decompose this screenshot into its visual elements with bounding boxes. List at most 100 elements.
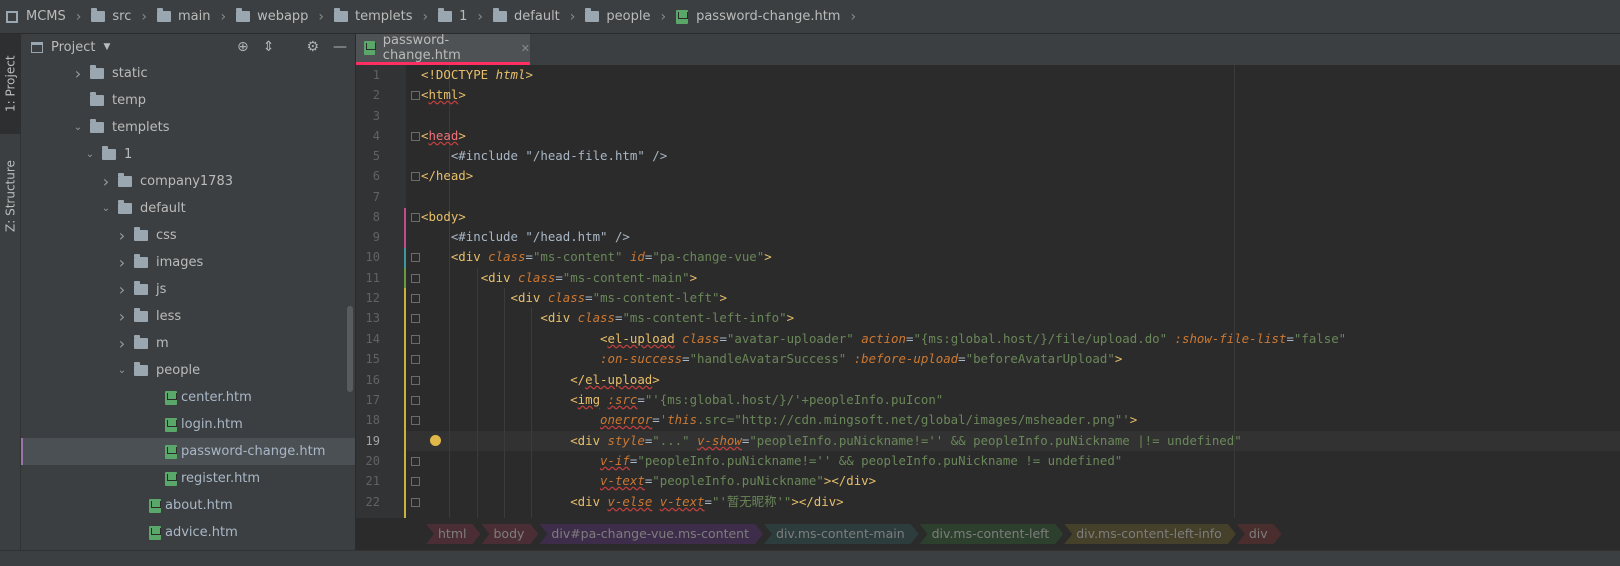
tree-folder[interactable]: › less <box>21 303 355 330</box>
tree-file[interactable]: password-change.htm <box>21 438 355 465</box>
tree-folder[interactable]: › m <box>21 330 355 357</box>
fold-marker-icon[interactable] <box>411 457 420 466</box>
breadcrumb-item-file[interactable]: password-change.htm › <box>676 9 866 25</box>
chevron-down-icon[interactable]: ⌄ <box>98 203 114 214</box>
line-number[interactable]: 2 <box>356 88 380 102</box>
tree-file[interactable]: advice.htm <box>21 519 355 546</box>
close-icon[interactable]: ✕ <box>521 42 530 55</box>
tree-folder[interactable]: › company1783 <box>21 168 355 195</box>
fold-marker-icon[interactable] <box>411 294 420 303</box>
fold-marker-icon[interactable] <box>411 416 420 425</box>
line-number[interactable]: 3 <box>356 109 380 123</box>
line-number[interactable]: 1 <box>356 68 380 82</box>
line-number[interactable]: 19 <box>356 434 380 448</box>
breadcrumb-item-templets[interactable]: templets › <box>334 8 438 25</box>
line-number[interactable]: 16 <box>356 373 380 387</box>
tree-folder[interactable]: ⌄ templets <box>21 114 355 141</box>
structure-crumb[interactable]: div <box>1237 524 1282 544</box>
line-number[interactable]: 21 <box>356 474 380 488</box>
structure-crumb[interactable]: div.ms-content-left-info <box>1064 524 1236 544</box>
line-number[interactable]: 4 <box>356 129 380 143</box>
chevron-down-icon[interactable]: ⌄ <box>82 149 98 160</box>
collapse-all-icon[interactable]: ⇕ <box>263 39 275 55</box>
code-line-14: <el-upload class="avatar-uploader" actio… <box>600 331 1347 346</box>
fold-marker-icon[interactable] <box>411 172 420 181</box>
line-number[interactable]: 22 <box>356 495 380 509</box>
gear-icon[interactable]: ⚙ <box>306 39 319 55</box>
line-number[interactable]: 20 <box>356 454 380 468</box>
line-number[interactable]: 10 <box>356 250 380 264</box>
fold-marker-icon[interactable] <box>411 253 420 262</box>
locate-icon[interactable]: ⊕ <box>237 39 249 55</box>
structure-crumb[interactable]: div.ms-content-main <box>764 524 919 544</box>
line-number[interactable]: 8 <box>356 210 380 224</box>
fold-marker-icon[interactable] <box>411 335 420 344</box>
line-number[interactable]: 14 <box>356 332 380 346</box>
line-number[interactable]: 13 <box>356 311 380 325</box>
scrollbar[interactable] <box>347 306 353 392</box>
structure-crumb[interactable]: div.ms-content-left <box>920 524 1064 544</box>
tree-file[interactable]: center.htm <box>21 384 355 411</box>
chevron-right-icon[interactable]: › <box>114 226 130 245</box>
line-number[interactable]: 7 <box>356 190 380 204</box>
tree-folder[interactable]: › images <box>21 249 355 276</box>
line-number[interactable]: 17 <box>356 393 380 407</box>
breadcrumb-item-people[interactable]: people › <box>585 8 676 25</box>
structure-crumb[interactable]: body <box>481 524 538 544</box>
chevron-right-icon[interactable]: › <box>114 280 130 299</box>
fold-marker-icon[interactable] <box>411 213 420 222</box>
tree-file[interactable]: register.htm <box>21 465 355 492</box>
tree-folder[interactable]: › js <box>21 276 355 303</box>
tree-folder[interactable]: ⌄ people <box>21 357 355 384</box>
fold-marker-icon[interactable] <box>411 376 420 385</box>
chevron-down-icon[interactable]: ⌄ <box>70 122 86 133</box>
line-number[interactable]: 11 <box>356 271 380 285</box>
project-tool-tab[interactable]: 1: Project <box>0 34 21 134</box>
tree-folder[interactable]: temp <box>21 87 355 114</box>
breadcrumb-item-mcms[interactable]: MCMS › <box>6 9 91 25</box>
line-number[interactable]: 12 <box>356 291 380 305</box>
chevron-right-icon: › <box>422 8 429 25</box>
fold-marker-icon[interactable] <box>411 477 420 486</box>
tree-folder[interactable]: › css <box>21 222 355 249</box>
tree-item-label: register.htm <box>181 471 261 486</box>
tree-folder[interactable]: › static <box>21 60 355 87</box>
tree-folder[interactable]: ⌄ 1 <box>21 141 355 168</box>
fold-marker-icon[interactable] <box>411 314 420 323</box>
project-view-selector[interactable]: Project <box>51 40 95 55</box>
breadcrumb-item-default[interactable]: default › <box>493 8 585 25</box>
line-number[interactable]: 9 <box>356 230 380 244</box>
tree-file[interactable]: about.htm <box>21 492 355 519</box>
breadcrumb-item-main[interactable]: main › <box>156 8 236 25</box>
line-number[interactable]: 18 <box>356 413 380 427</box>
tab-password-change[interactable]: password-change.htm ✕ <box>356 33 530 65</box>
code-editor[interactable]: 1 2 3 4 5 6 7 8 9 10 11 12 13 14 15 16 17 18 19 20 21 22 <!DO… <box>356 65 1620 518</box>
fold-marker-icon[interactable] <box>411 132 420 141</box>
chevron-right-icon[interactable]: › <box>114 307 130 326</box>
tree-item-label: temp <box>112 93 147 108</box>
fold-marker-icon[interactable] <box>411 396 420 405</box>
breadcrumb-item-1[interactable]: 1 › <box>438 8 493 25</box>
chevron-right-icon[interactable]: › <box>70 64 86 83</box>
fold-marker-icon[interactable] <box>411 91 420 100</box>
chevron-right-icon[interactable]: › <box>114 253 130 272</box>
breadcrumb-item-webapp[interactable]: webapp › <box>236 8 334 25</box>
minimize-icon[interactable]: — <box>333 39 347 55</box>
chevron-right-icon[interactable]: › <box>114 334 130 353</box>
chevron-down-icon[interactable]: ⌄ <box>114 365 130 376</box>
fold-marker-icon[interactable] <box>411 355 420 364</box>
folder-icon <box>156 8 171 22</box>
tree-file[interactable]: login.htm <box>21 411 355 438</box>
fold-marker-icon[interactable] <box>411 498 420 507</box>
line-number[interactable]: 5 <box>356 149 380 163</box>
tree-folder[interactable]: ⌄ default <box>21 195 355 222</box>
line-number[interactable]: 6 <box>356 169 380 183</box>
fold-marker-icon[interactable] <box>411 274 420 283</box>
breadcrumb-item-src[interactable]: src › <box>91 8 157 25</box>
line-number[interactable]: 15 <box>356 352 380 366</box>
structure-crumb[interactable]: html <box>426 524 480 544</box>
structure-tool-tab[interactable]: Z: Structure <box>0 142 21 250</box>
chevron-right-icon[interactable]: › <box>98 172 114 191</box>
chevron-down-icon[interactable]: ▼ <box>103 42 110 52</box>
structure-crumb[interactable]: div#pa-change-vue.ms-content <box>539 524 763 544</box>
